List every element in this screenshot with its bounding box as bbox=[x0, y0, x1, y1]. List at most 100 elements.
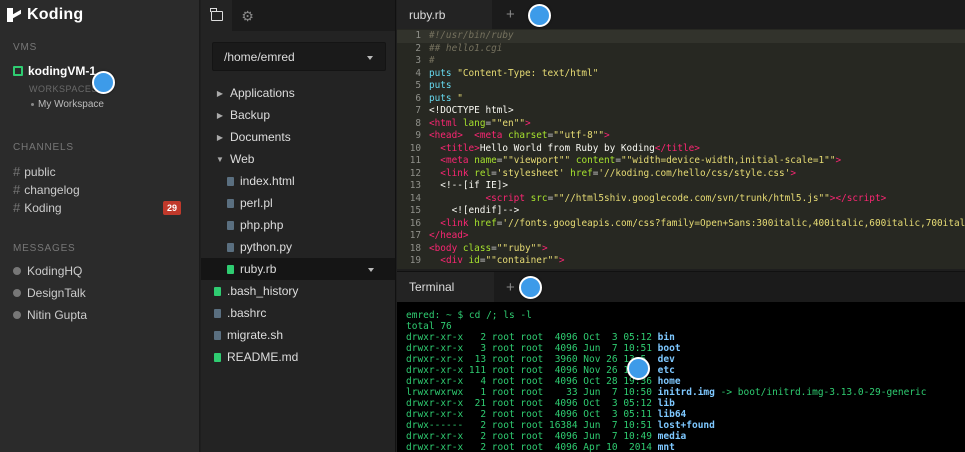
code-line: 19 <div id=""container""> bbox=[397, 255, 565, 268]
editor-tab-ruby-rb[interactable]: ruby.rb bbox=[397, 0, 492, 29]
hash-icon: # bbox=[13, 200, 21, 215]
tab-files[interactable] bbox=[201, 0, 232, 31]
terminal-tab-bar: Terminal + bbox=[397, 271, 965, 302]
code-line: 6 puts " bbox=[397, 93, 463, 106]
chevron-right-icon[interactable]: ▶ bbox=[214, 89, 226, 98]
cursor-marker bbox=[519, 276, 542, 299]
tree-item-label: python.py bbox=[240, 240, 293, 254]
file-meta: drwxr-xr-x 21 root root 4096 Oct 3 05:12 bbox=[406, 398, 658, 409]
terminal-tab-label: Terminal bbox=[409, 280, 455, 294]
line-number: 3 bbox=[415, 55, 421, 66]
tree-file[interactable]: .bashrc bbox=[201, 302, 395, 324]
file-meta: drwxr-xr-x 4 root root 4096 Oct 28 19:36 bbox=[406, 376, 658, 387]
app-name: Koding bbox=[27, 6, 84, 23]
tree-item-label: README.md bbox=[227, 350, 299, 364]
tree-file[interactable]: index.html bbox=[201, 170, 395, 192]
presence-dot-icon bbox=[13, 311, 21, 319]
add-tab-icon[interactable]: + bbox=[506, 7, 515, 22]
file-icon bbox=[214, 308, 221, 318]
file-name: media bbox=[657, 431, 687, 442]
add-terminal-icon[interactable]: + bbox=[506, 280, 515, 295]
file-name: bin bbox=[657, 332, 675, 343]
code-text: <div id=""container""> bbox=[440, 255, 565, 266]
message-item-nitin-gupta[interactable]: Nitin Gupta bbox=[13, 308, 87, 322]
tree-folder[interactable]: ▶ Documents bbox=[201, 126, 395, 148]
chevron-right-icon[interactable]: ▶ bbox=[214, 111, 226, 120]
code-text: <title>Hello World from Ruby by Koding</… bbox=[440, 142, 700, 154]
terminal-output[interactable]: emred: ~ $ cd /; ls -l total 76 drwxr-xr-x… bbox=[397, 302, 965, 452]
code-text: <link href='//fonts.googleapis.com/css?f… bbox=[440, 217, 965, 229]
tree-item-label: Applications bbox=[230, 86, 295, 100]
file-name: dev bbox=[657, 354, 675, 365]
tree-file[interactable]: php.php bbox=[201, 214, 395, 236]
tree-file[interactable]: python.py bbox=[201, 236, 395, 258]
line-number: 15 bbox=[409, 205, 421, 216]
terminal-row: lrwxrwxrwx 1 root root 33 Jun 7 10:50 in… bbox=[406, 387, 927, 398]
code-line: 15 <![endif]--> bbox=[397, 205, 520, 218]
koding-logo-icon bbox=[7, 8, 21, 22]
chevron-down-icon[interactable] bbox=[368, 268, 374, 272]
file-icon bbox=[227, 198, 234, 208]
vm-item[interactable]: kodingVM-1 bbox=[13, 64, 96, 78]
app-logo[interactable]: Koding bbox=[7, 5, 83, 25]
workspace-item[interactable]: My Workspace bbox=[31, 99, 104, 110]
tree-file[interactable]: migrate.sh bbox=[201, 324, 395, 346]
code-line: 17 </head> bbox=[397, 230, 469, 243]
file-name: etc bbox=[657, 365, 675, 376]
message-label: DesignTalk bbox=[27, 286, 86, 300]
line-number: 16 bbox=[409, 217, 421, 229]
code-line: 5 puts bbox=[397, 80, 452, 93]
channel-item-public[interactable]: # public bbox=[13, 164, 181, 179]
code-line: 3 # bbox=[397, 55, 434, 68]
folder-icon bbox=[210, 7, 223, 21]
line-number: 19 bbox=[409, 255, 421, 266]
code-line: 9 <head> <meta charset=""utf-8""> bbox=[397, 130, 610, 143]
hash-icon: # bbox=[13, 164, 21, 179]
code-text: <meta name=""viewport"" content=""width=… bbox=[440, 155, 842, 166]
message-item-designtalk[interactable]: DesignTalk bbox=[13, 286, 86, 300]
terminal-row: drwxr-xr-x 2 root root 4096 Apr 10 2014 … bbox=[406, 442, 675, 452]
tab-settings[interactable]: ⚙ bbox=[232, 0, 263, 31]
terminal-row: drwxr-xr-x 21 root root 4096 Oct 3 05:12… bbox=[406, 398, 675, 409]
tree-folder[interactable]: ▶ Backup bbox=[201, 104, 395, 126]
code-line: 16 <link href='//fonts.googleapis.com/cs… bbox=[397, 218, 965, 231]
tree-file[interactable]: .bash_history bbox=[201, 280, 395, 302]
file-meta: drwxr-xr-x 2 root root 4096 Oct 3 05:11 bbox=[406, 409, 658, 420]
tree-file[interactable]: README.md bbox=[201, 346, 395, 368]
vm-name: kodingVM-1 bbox=[28, 64, 96, 78]
terminal-row: drwxr-xr-x 3 root root 4096 Jun 7 10:51 … bbox=[406, 343, 681, 354]
tree-folder[interactable]: ▼ Web bbox=[201, 148, 395, 170]
terminal-row: drwxr-xr-x 2 root root 4096 Oct 3 05:11 … bbox=[406, 409, 686, 420]
code-text: <!--[if IE]> bbox=[440, 180, 509, 191]
file-icon bbox=[227, 242, 234, 252]
path-dropdown[interactable]: /home/emred bbox=[212, 42, 386, 71]
line-number: 2 bbox=[415, 42, 421, 54]
code-line: 4 puts "Content-Type: text/html" bbox=[397, 68, 598, 81]
code-line: 11 <meta name=""viewport"" content=""wid… bbox=[397, 155, 841, 168]
bullet-icon bbox=[31, 103, 34, 106]
code-text: <link rel='stylesheet' href='//koding.co… bbox=[440, 167, 796, 179]
code-editor[interactable]: 1 #!/usr/bin/ruby 2 ## hello1.cgi 3 #4 puts "C… bbox=[397, 29, 965, 269]
code-line: 7 <!DOCTYPE html> bbox=[397, 105, 513, 118]
channel-item-changelog[interactable]: # changelog bbox=[13, 182, 181, 197]
chevron-right-icon[interactable]: ▶ bbox=[214, 133, 226, 142]
line-number: 14 bbox=[409, 192, 421, 204]
file-meta: drwxr-xr-x 2 root root 4096 Oct 3 05:12 bbox=[406, 332, 658, 343]
code-text: puts bbox=[429, 80, 452, 91]
channel-label: changelog bbox=[24, 182, 80, 197]
tree-folder[interactable]: ▶ Applications bbox=[201, 82, 395, 104]
tree-item-label: .bash_history bbox=[227, 284, 299, 298]
chevron-down-icon[interactable]: ▼ bbox=[214, 155, 226, 164]
link-target: -> boot/initrd.img-3.13.0-29-generic bbox=[714, 387, 927, 398]
tree-file[interactable]: ruby.rb bbox=[201, 258, 395, 280]
message-item-kodinghq[interactable]: KodingHQ bbox=[13, 264, 82, 278]
editor-tab-label: ruby.rb bbox=[409, 7, 446, 22]
terminal-tab[interactable]: Terminal bbox=[397, 272, 494, 302]
workspaces-title: WORKSPACES bbox=[29, 84, 98, 94]
channel-item-koding[interactable]: # Koding 29 bbox=[13, 200, 181, 215]
tree-file[interactable]: perl.pl bbox=[201, 192, 395, 214]
file-name: mnt bbox=[657, 442, 675, 452]
tree-item-label: perl.pl bbox=[240, 196, 273, 210]
code-text: <head> <meta charset=""utf-8""> bbox=[429, 130, 610, 141]
terminal-row: drwx------ 2 root root 16384 Jun 7 10:51… bbox=[406, 420, 715, 431]
